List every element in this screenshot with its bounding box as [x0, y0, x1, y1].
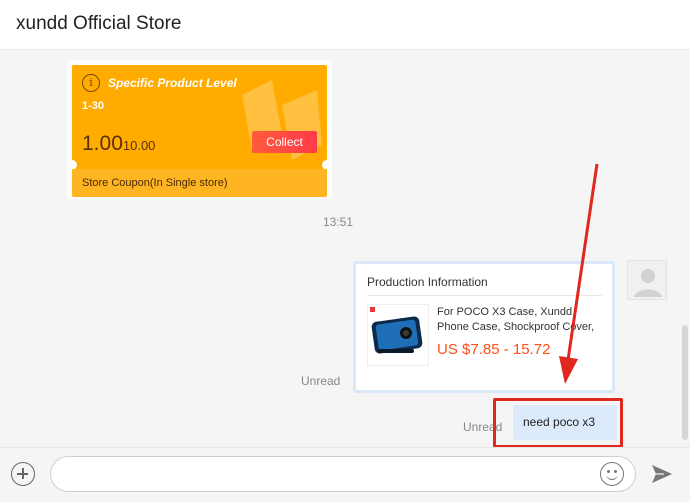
coupon-amount: 1.0010.00	[82, 132, 155, 156]
coupon-value: 1.00	[82, 132, 123, 155]
coupon-footer-text: Store Coupon(In Single store)	[82, 177, 228, 189]
message-input[interactable]	[50, 456, 636, 492]
coupon-message: i Specific Product Level 1-30 1.0010.00 …	[67, 60, 332, 199]
annotation-arrow-icon	[559, 163, 599, 384]
smiley-mouth	[606, 473, 618, 480]
product-tag-icon	[370, 307, 375, 312]
user-avatar[interactable]	[627, 260, 667, 300]
message-list[interactable]: i Specific Product Level 1-30 1.0010.00 …	[0, 0, 690, 447]
composer	[0, 447, 690, 502]
user-avatar-icon	[634, 269, 662, 297]
chat-window: xundd Official Store i Specific Product …	[0, 0, 690, 502]
scrollbar[interactable]	[682, 325, 688, 440]
coupon-threshold: 10.00	[122, 138, 156, 153]
product-card-title: Production Information	[367, 275, 488, 289]
coupon-footer: Store Coupon(In Single store)	[72, 169, 327, 197]
collect-button[interactable]: Collect	[252, 131, 317, 153]
coupon-range: 1-30	[82, 100, 105, 112]
store-coupon: i Specific Product Level 1-30 1.0010.00 …	[72, 65, 327, 197]
info-icon: i	[82, 74, 100, 92]
phone-case-icon	[371, 316, 423, 354]
emoji-button[interactable]	[600, 462, 624, 486]
unread-status-card: Unread	[301, 374, 341, 388]
product-thumbnail[interactable]	[367, 304, 429, 366]
coupon-level-label: Specific Product Level	[108, 76, 237, 90]
add-attachment-button[interactable]	[11, 462, 35, 486]
send-button[interactable]	[650, 462, 674, 486]
message-timestamp: 13:51	[323, 215, 354, 229]
annotation-highlight-box	[493, 398, 623, 447]
product-price: US $7.85 - 15.72	[437, 341, 551, 358]
